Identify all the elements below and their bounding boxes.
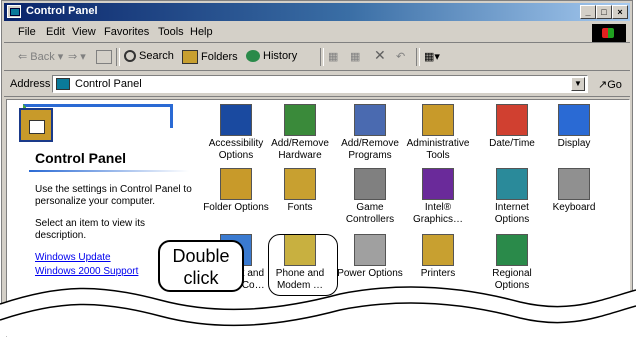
cp-item-label: Add/Remove Hardware bbox=[271, 138, 329, 161]
menu-favorites[interactable]: Favorites bbox=[104, 26, 149, 38]
menu-view[interactable]: View bbox=[72, 26, 96, 38]
history-button[interactable]: History bbox=[246, 50, 297, 63]
title-bar: Control Panel _ □ × bbox=[4, 3, 630, 21]
control-panel-icon bbox=[56, 78, 70, 90]
cp-item-label: Printers bbox=[420, 268, 456, 279]
back-arrow-icon: ⇐ bbox=[18, 51, 31, 63]
cp-item[interactable]: Add/Remove Hardware bbox=[266, 104, 334, 162]
cp-item-label: Administrative Tools bbox=[406, 138, 470, 161]
cp-item-label: Fonts bbox=[287, 202, 313, 213]
back-button[interactable]: ⇐ Back ▾ bbox=[18, 50, 63, 63]
control-panel-large-icon bbox=[19, 108, 53, 142]
toolbar: ⇐ Back ▾ ⇒ ▾ Search Folders History ▦ ▦ … bbox=[4, 44, 630, 71]
windows-logo-icon bbox=[592, 24, 626, 42]
cp-item-label: Keyboard bbox=[552, 202, 596, 213]
chevron-down-icon[interactable]: ▼ bbox=[571, 77, 585, 91]
cp-item[interactable]: Accessibility Options bbox=[202, 104, 270, 162]
cp-item-label: Add/Remove Programs bbox=[341, 138, 399, 161]
cp-item[interactable]: Internet Options bbox=[478, 168, 546, 226]
cp-item-label: Date/Time bbox=[489, 138, 535, 149]
cp-item[interactable]: Power Options bbox=[336, 234, 404, 280]
search-icon bbox=[124, 50, 136, 63]
cp-item-icon bbox=[284, 104, 316, 136]
control-panel-icon bbox=[7, 5, 21, 18]
torn-edge-wave bbox=[0, 286, 636, 336]
address-label: Address bbox=[10, 78, 51, 90]
cp-item-label: Intel® Graphics… bbox=[412, 202, 463, 225]
menu-edit[interactable]: Edit bbox=[46, 26, 65, 38]
cp-item[interactable]: Fonts bbox=[266, 168, 334, 214]
cp-item-label: Power Options bbox=[337, 268, 403, 279]
heading-rule bbox=[29, 170, 189, 172]
pane-description: Use the settings in Control Panel to per… bbox=[35, 184, 192, 207]
cp-item-icon bbox=[496, 104, 528, 136]
minimize-button[interactable]: _ bbox=[580, 5, 596, 19]
up-folder-icon[interactable] bbox=[96, 50, 112, 64]
cp-item-icon bbox=[354, 168, 386, 200]
cp-item[interactable]: Display bbox=[540, 104, 608, 150]
cp-item-icon bbox=[496, 168, 528, 200]
maximize-button[interactable]: □ bbox=[596, 5, 612, 19]
cp-item-label: Internet Options bbox=[494, 202, 530, 225]
copy-to-icon[interactable]: ▦ bbox=[350, 50, 360, 63]
toolbar-separator bbox=[416, 48, 420, 66]
cp-item[interactable]: Keyboard bbox=[540, 168, 608, 214]
delete-icon[interactable]: ✕ bbox=[374, 47, 386, 64]
cp-item[interactable]: Intel® Graphics… bbox=[404, 168, 472, 226]
cp-item-label: Display bbox=[557, 138, 591, 149]
windows-2000-support-link[interactable]: Windows 2000 Support bbox=[35, 266, 138, 277]
cp-item[interactable]: Folder Options bbox=[202, 168, 270, 214]
callout-line1: Double bbox=[172, 246, 230, 266]
cp-item-icon bbox=[220, 104, 252, 136]
cp-item-icon bbox=[354, 234, 386, 266]
undo-icon[interactable]: ↶ bbox=[396, 50, 405, 63]
menu-help[interactable]: Help bbox=[190, 26, 213, 38]
cp-item[interactable]: Administrative Tools bbox=[404, 104, 472, 162]
pane-hint: Select an item to view its description. bbox=[35, 218, 146, 241]
cp-item-label: Game Controllers bbox=[345, 202, 395, 225]
menu-bar: File Edit View Favorites Tools Help bbox=[4, 23, 630, 43]
cp-item-label: Folder Options bbox=[203, 202, 269, 213]
cp-item[interactable]: Printers bbox=[404, 234, 472, 280]
folders-icon bbox=[182, 50, 198, 64]
cp-item-icon bbox=[422, 168, 454, 200]
cp-item[interactable]: Date/Time bbox=[478, 104, 546, 150]
history-icon bbox=[246, 50, 260, 63]
forward-button[interactable]: ⇒ ▾ bbox=[68, 50, 86, 63]
address-field[interactable]: Control Panel ▼ bbox=[52, 75, 588, 93]
go-arrow-icon: ↗ bbox=[598, 79, 608, 91]
search-button[interactable]: Search bbox=[124, 50, 174, 63]
go-button[interactable]: ↗Go bbox=[598, 78, 622, 91]
move-to-icon[interactable]: ▦ bbox=[328, 50, 338, 63]
close-button[interactable]: × bbox=[612, 5, 628, 19]
cp-item-label: Accessibility Options bbox=[208, 138, 264, 161]
cp-item-icon bbox=[496, 234, 528, 266]
toolbar-separator bbox=[320, 48, 324, 66]
toolbar-separator bbox=[116, 48, 120, 66]
views-icon[interactable]: ▦▾ bbox=[424, 50, 440, 63]
pane-heading: Control Panel bbox=[35, 150, 127, 166]
cp-item-icon bbox=[284, 168, 316, 200]
window-title: Control Panel bbox=[26, 5, 98, 17]
cp-item-icon bbox=[558, 104, 590, 136]
menu-file[interactable]: File bbox=[18, 26, 36, 38]
cp-item-icon bbox=[422, 104, 454, 136]
menu-tools[interactable]: Tools bbox=[158, 26, 184, 38]
cp-item-icon bbox=[354, 104, 386, 136]
windows-update-link[interactable]: Windows Update bbox=[35, 252, 111, 263]
cp-item[interactable]: Game Controllers bbox=[336, 168, 404, 226]
address-bar: Address Control Panel ▼ ↗Go bbox=[4, 72, 630, 97]
cp-item[interactable]: Add/Remove Programs bbox=[336, 104, 404, 162]
folders-button[interactable]: Folders bbox=[182, 50, 238, 64]
cp-item-icon bbox=[422, 234, 454, 266]
address-value: Control Panel bbox=[75, 78, 142, 90]
cp-item-icon bbox=[220, 168, 252, 200]
cp-item-icon bbox=[558, 168, 590, 200]
